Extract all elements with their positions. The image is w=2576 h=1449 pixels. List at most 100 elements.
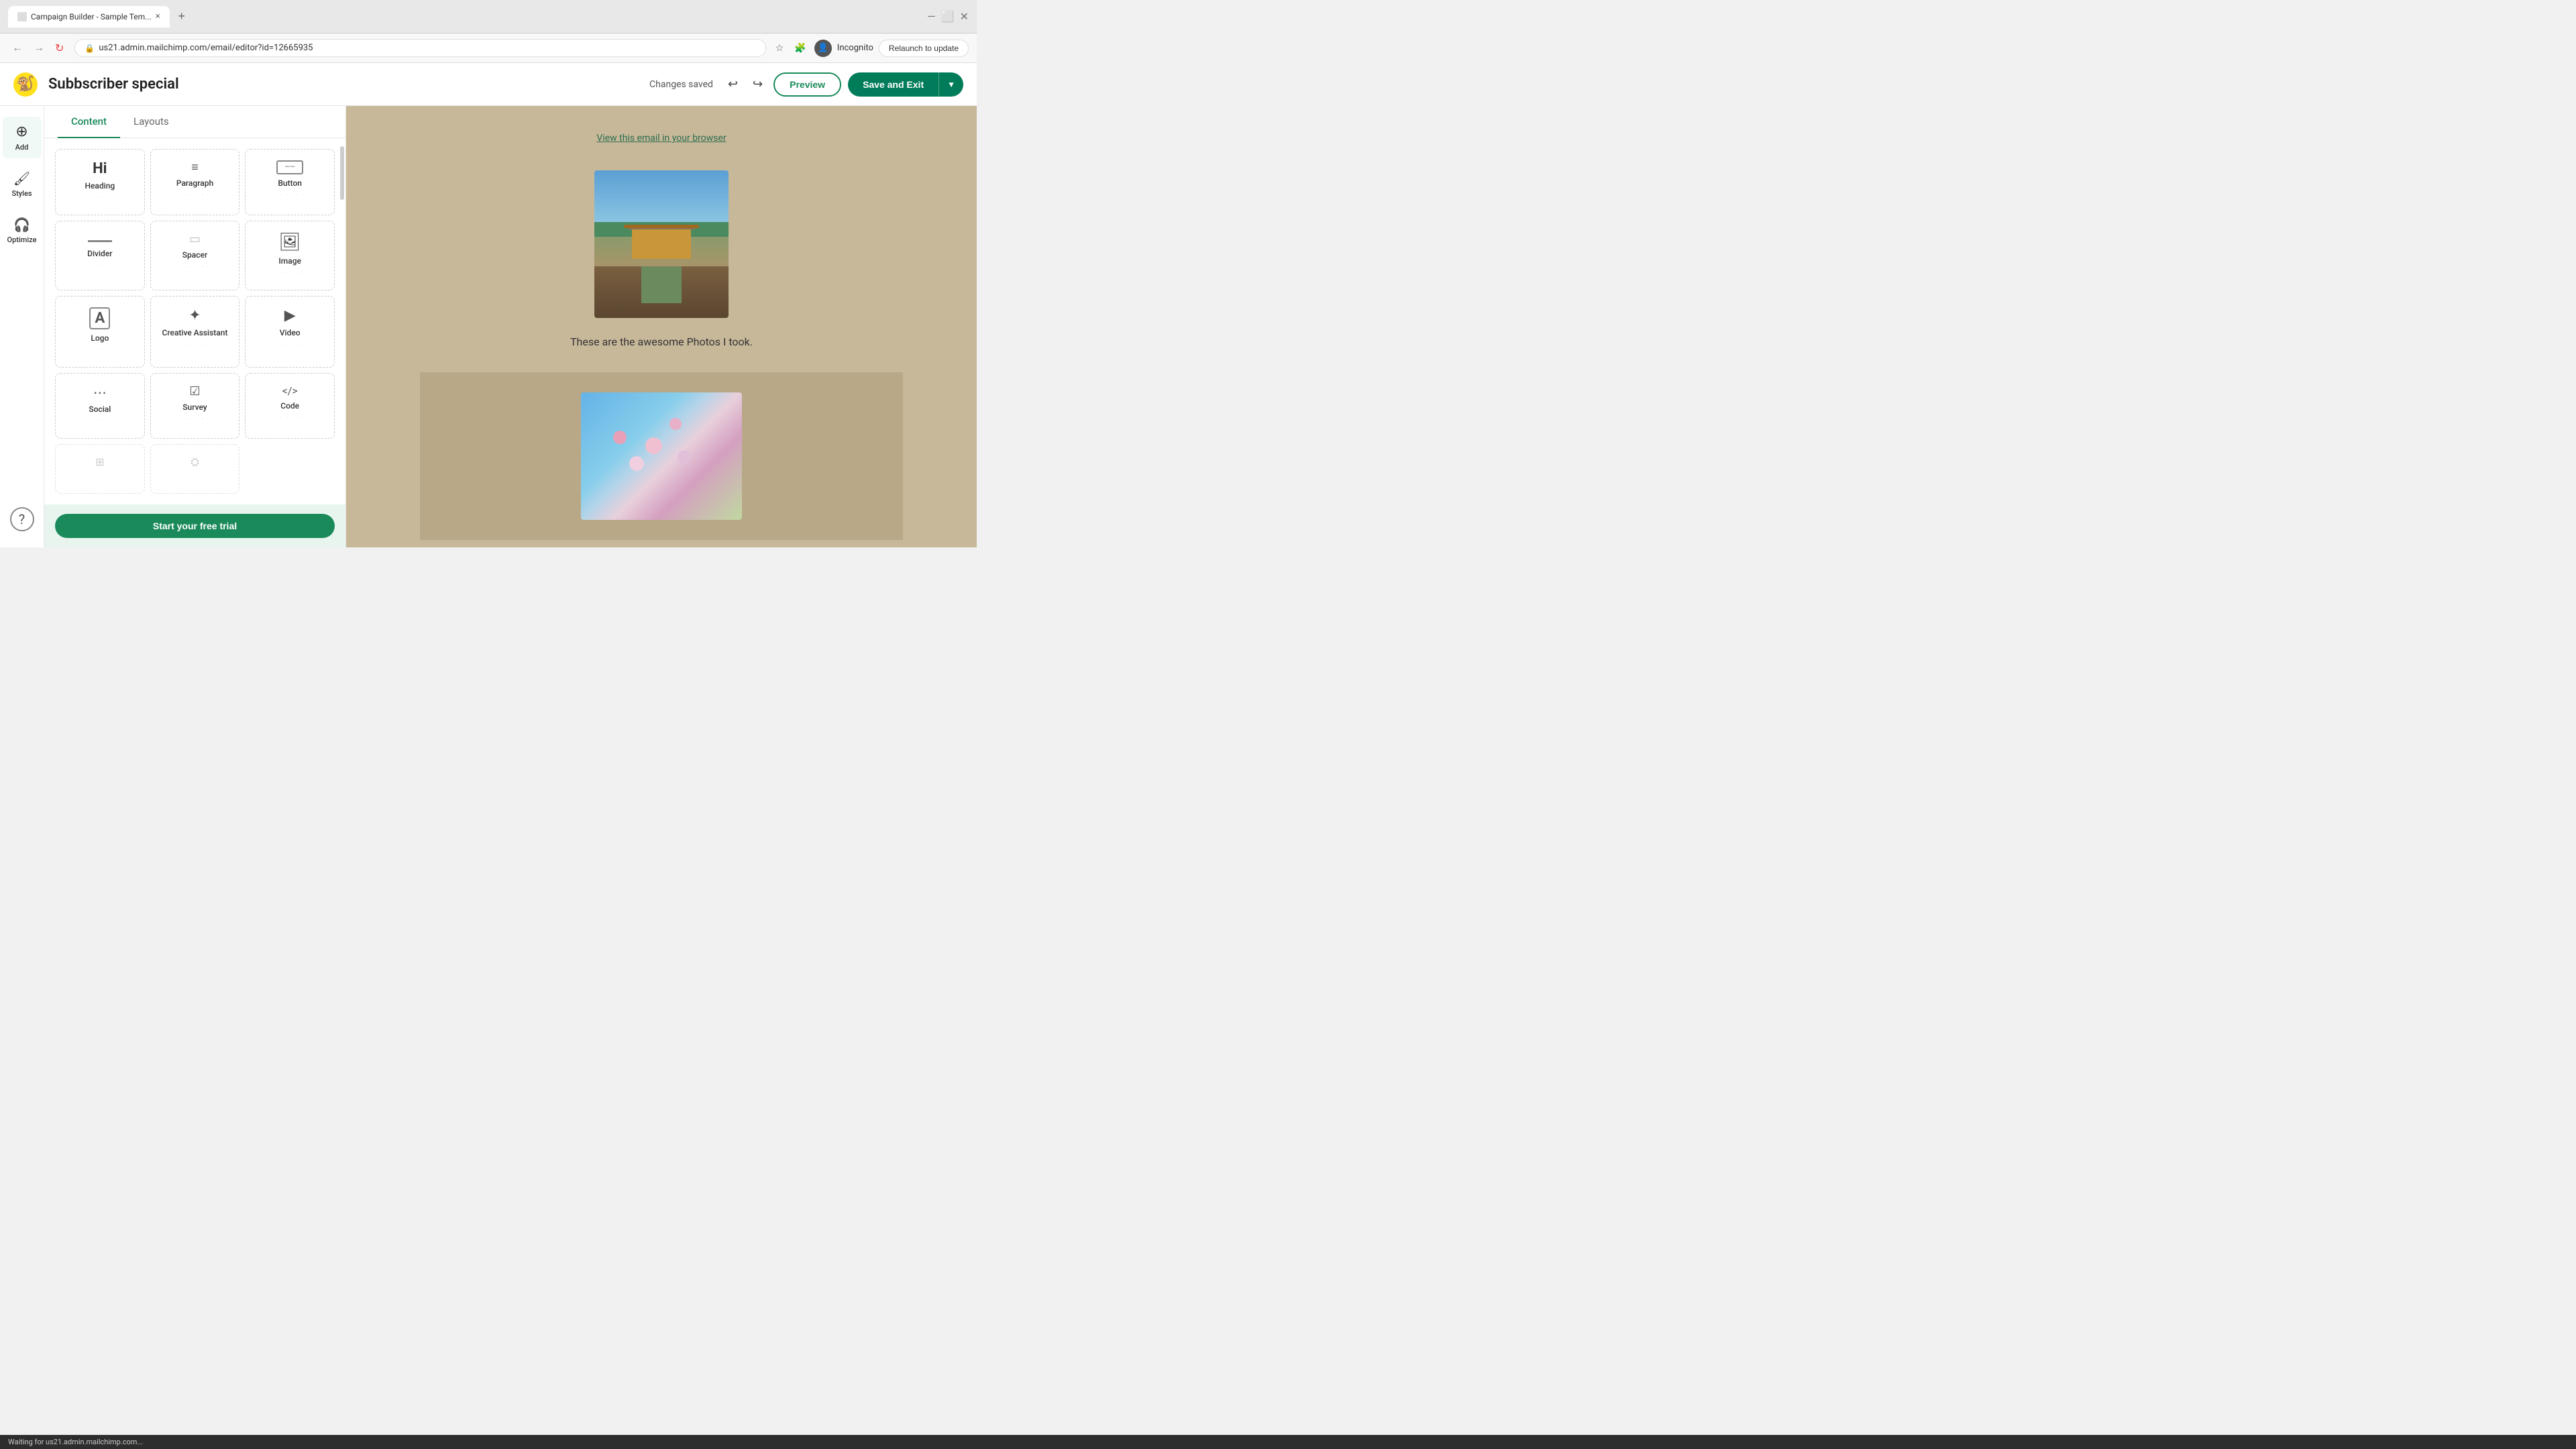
content-item-paragraph[interactable]: ≡ Paragraph · · · · · · — [150, 149, 240, 215]
social-icon: ⋯ — [93, 384, 107, 400]
tab-title: Campaign Builder - Sample Tem... — [31, 12, 152, 21]
relaunch-button[interactable]: Relaunch to update — [879, 40, 969, 57]
nav-reload-button[interactable]: ↻ — [51, 39, 68, 58]
redo-button[interactable]: ↪ — [749, 73, 767, 95]
content-item-video[interactable]: ▶ Video · · · · · · — [245, 296, 335, 368]
extra1-icon: ⊞ — [95, 455, 104, 468]
undo-button[interactable]: ↩ — [724, 73, 742, 95]
window-close[interactable]: ✕ — [960, 10, 969, 23]
free-trial-button[interactable]: Start your free trial — [55, 514, 335, 538]
sidebar-styles-label: Styles — [11, 189, 32, 198]
flowers-image-container — [420, 386, 903, 527]
nav-forward-button[interactable]: → — [30, 39, 48, 58]
paragraph-dots: · · · · · · — [180, 192, 209, 198]
toolbar-actions: ↩ ↪ Preview Save and Exit ▼ — [724, 72, 963, 97]
logo-label: Logo — [91, 333, 109, 343]
save-exit-group: Save and Exit ▼ — [848, 72, 963, 97]
sidebar-optimize-label: Optimize — [7, 235, 37, 244]
email-photo-caption: These are the awesome Photos I took. — [420, 325, 903, 359]
sidebar-add-label: Add — [15, 143, 29, 152]
japan-temple-image — [594, 170, 729, 318]
spacer-label: Spacer — [182, 250, 207, 260]
help-icon: ? — [19, 511, 25, 527]
changes-saved-status: Changes saved — [649, 79, 713, 90]
tab-bar: Campaign Builder - Sample Tem... × + — [8, 6, 922, 28]
content-item-button[interactable]: —— Button · · · · · · — [245, 149, 335, 215]
save-exit-dropdown-button[interactable]: ▼ — [938, 72, 963, 97]
social-dots: · · · · · · — [85, 418, 115, 424]
content-item-image[interactable]: 🖼 Image · · · · · · — [245, 221, 335, 290]
window-minimize[interactable]: — — [927, 10, 936, 23]
video-icon: ▶ — [284, 307, 296, 324]
url-text: us21.admin.mailchimp.com/email/editor?id… — [99, 43, 313, 53]
content-item-heading[interactable]: Hi Heading · · · · · · — [55, 149, 145, 215]
view-in-browser-link[interactable]: View this email in your browser — [596, 133, 726, 144]
extra1-dots: · · · · · · — [85, 472, 115, 478]
image-label: Image — [278, 256, 301, 266]
main-area: ⊕ Add 🖌 Styles 🎧 Optimize ? Content Layo… — [0, 106, 977, 547]
extra2-dots: · · · · · · — [180, 473, 209, 479]
code-dots: · · · · · · — [275, 415, 305, 421]
scroll-bar[interactable] — [340, 146, 344, 200]
nav-arrows: ← → ↻ — [8, 39, 68, 58]
heading-icon: Hi — [93, 160, 107, 177]
code-icon: </> — [282, 384, 298, 397]
email-canvas[interactable]: View this email in your browser These ar… — [346, 106, 977, 547]
sidebar-item-add[interactable]: ⊕ Add — [3, 117, 42, 158]
survey-dots: · · · · · · — [180, 416, 209, 422]
app-shell: 🐒 Subbscriber special Changes saved ↩ ↪ … — [0, 63, 977, 547]
content-item-code[interactable]: </> Code · · · · · · — [245, 373, 335, 439]
code-label: Code — [280, 401, 299, 411]
tab-layouts[interactable]: Layouts — [120, 106, 182, 138]
window-maximize[interactable]: ⬜ — [941, 10, 955, 23]
button-dots: · · · · · · — [275, 192, 305, 198]
japan-image-container — [420, 164, 903, 325]
button-label: Button — [278, 178, 302, 188]
content-item-survey[interactable]: ☑ Survey · · · · · · — [150, 373, 240, 439]
bookmark-button[interactable]: ☆ — [773, 40, 787, 56]
add-icon: ⊕ — [15, 123, 28, 140]
content-item-divider[interactable]: Divider · · · · · · — [55, 221, 145, 290]
tab-close-icon[interactable]: × — [156, 11, 160, 21]
creative-assistant-dots: · · · · · · — [180, 341, 209, 347]
nav-actions: ☆ 🧩 👤 Incognito Relaunch to update — [773, 40, 969, 57]
divider-icon — [88, 240, 112, 242]
sidebar-item-optimize[interactable]: 🎧 Optimize — [3, 210, 42, 251]
content-item-extra2[interactable]: ⛭ · · · · · · — [150, 444, 240, 494]
heading-dots: · · · · · · — [85, 195, 115, 201]
preview-button[interactable]: Preview — [773, 72, 841, 97]
content-item-extra1[interactable]: ⊞ · · · · · · — [55, 444, 145, 494]
video-label: Video — [280, 328, 301, 337]
divider-label: Divider — [87, 249, 112, 258]
image-dots: · · · · · · — [275, 270, 305, 276]
extra2-icon: ⛭ — [191, 455, 199, 469]
content-item-social[interactable]: ⋯ Social · · · · · · — [55, 373, 145, 439]
left-sidebar: ⊕ Add 🖌 Styles 🎧 Optimize ? — [0, 106, 44, 547]
active-tab[interactable]: Campaign Builder - Sample Tem... × — [8, 6, 170, 28]
help-button[interactable]: ? — [10, 507, 34, 531]
spacer-dots: · · · · · · — [180, 264, 209, 270]
email-canvas-inner: View this email in your browser These ar… — [407, 106, 916, 547]
mailchimp-logo: 🐒 — [13, 72, 38, 97]
security-lock-icon: 🔒 — [85, 44, 95, 53]
nav-back-button[interactable]: ← — [8, 39, 27, 58]
paragraph-label: Paragraph — [176, 178, 213, 188]
sidebar-item-styles[interactable]: 🖌 Styles — [3, 164, 42, 205]
status-text: Waiting for us21.admin.mailchimp.com... — [8, 1438, 143, 1446]
logo-item-icon: A — [89, 307, 110, 329]
save-exit-button[interactable]: Save and Exit — [848, 72, 938, 97]
tab-content[interactable]: Content — [58, 106, 120, 138]
content-item-spacer[interactable]: ▭ Spacer · · · · · · — [150, 221, 240, 290]
styles-icon: 🖌 — [13, 170, 30, 186]
content-item-creative-assistant[interactable]: ✦ Creative Assistant · · · · · · — [150, 296, 240, 368]
address-bar[interactable]: 🔒 us21.admin.mailchimp.com/email/editor?… — [74, 39, 765, 57]
optimize-icon: 🎧 — [13, 217, 30, 233]
new-tab-button[interactable]: + — [172, 7, 191, 26]
content-grid: Hi Heading · · · · · · ≡ Paragraph · · ·… — [44, 138, 345, 504]
content-tabs: Content Layouts — [44, 106, 345, 138]
extensions-button[interactable]: 🧩 — [792, 40, 808, 56]
content-panel: Content Layouts Hi Heading · · · · · · ≡… — [44, 106, 346, 547]
content-item-logo[interactable]: A Logo · · · · · · — [55, 296, 145, 368]
survey-icon: ☑ — [189, 384, 200, 398]
divider-dots: · · · · · · — [85, 262, 115, 268]
